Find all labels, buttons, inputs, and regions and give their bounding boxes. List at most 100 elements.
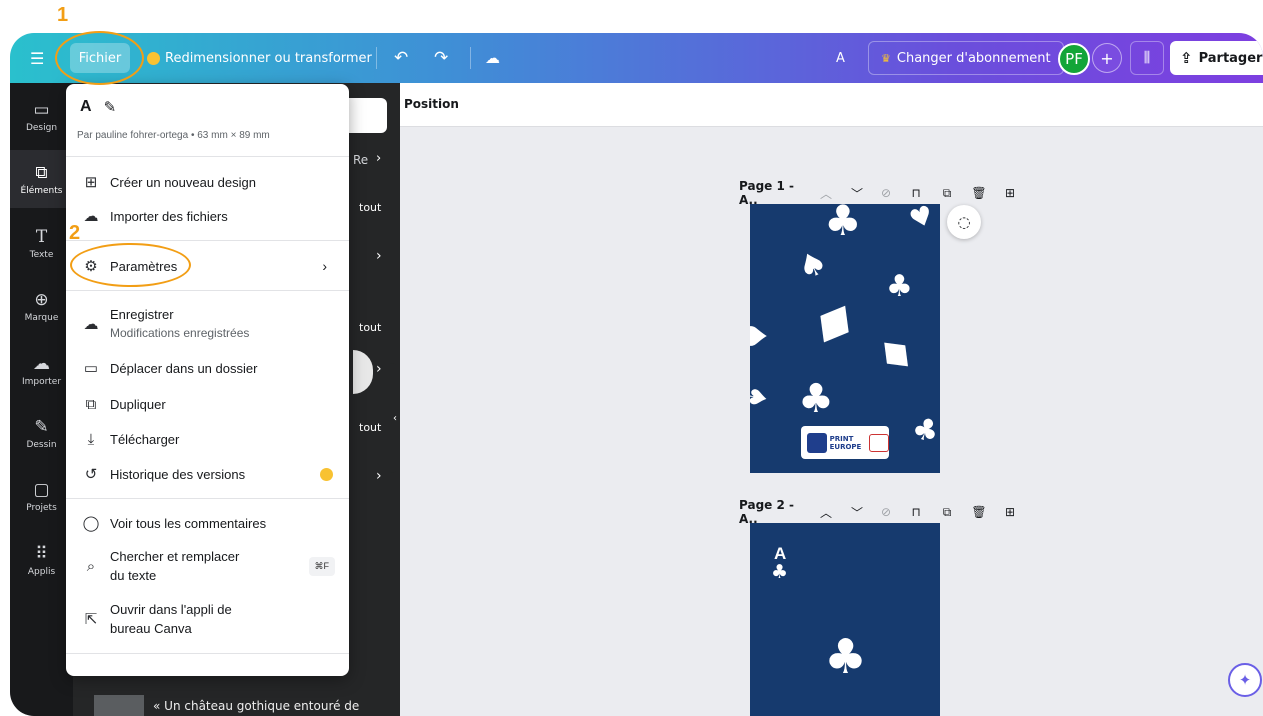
edit-pencil-icon[interactable]: ✎ <box>104 98 117 116</box>
diamond-shape: ♦ <box>862 321 931 389</box>
position-button[interactable]: Position <box>404 97 459 111</box>
chevron-right-icon: › <box>322 258 327 274</box>
chevron-right-icon[interactable]: › <box>376 248 382 264</box>
chevron-right-icon[interactable]: › <box>376 151 381 166</box>
divider <box>66 653 349 654</box>
menu-item-version-history[interactable]: ↺ Historique des versions <box>66 463 349 485</box>
share-button[interactable]: ⇪ Partager <box>1170 41 1263 75</box>
lock-icon[interactable]: ⊓ <box>901 505 931 519</box>
print-logo-icon <box>807 432 827 453</box>
add-collaborator-button[interactable]: + <box>1092 43 1122 73</box>
menu-item-new-design[interactable]: ⊞ Créer un nouveau design <box>66 171 349 193</box>
page-1-title[interactable]: Page 1 - A.. <box>739 179 809 207</box>
hamburger-menu-button[interactable]: ☰ <box>30 33 44 83</box>
image-thumbnail[interactable] <box>94 695 144 716</box>
step-1-marker: 1 <box>57 4 69 26</box>
menu-title-row: A ✎ <box>80 98 116 116</box>
panel-search-input[interactable] <box>347 98 387 133</box>
page-2-card[interactable]: A ♣ ♣ ♣ <box>750 523 940 716</box>
divider <box>376 47 377 69</box>
menu-item-save[interactable]: ☁ Enregistrer Modifications enregistrées <box>66 304 349 344</box>
resize-button[interactable]: Redimensionner ou transformer <box>147 33 372 83</box>
club-shape: ♣ <box>886 269 913 304</box>
design-meta: Par pauline fohrer-ortega • 63 mm × 89 m… <box>77 130 270 141</box>
magic-assistant-button[interactable]: ✦ <box>1228 663 1262 697</box>
menu-item-find-replace[interactable]: ⌕ Chercher et remplacer du texte ⌘F <box>66 546 349 586</box>
apps-grid-icon: ⠿ <box>35 543 48 564</box>
step-2-marker: 2 <box>69 222 81 244</box>
sidebar-item-elements[interactable]: ⧉ Éléments <box>10 150 73 208</box>
add-comment-button[interactable]: ◌ <box>947 205 981 239</box>
spade-shape: ♠ <box>750 382 773 412</box>
menu-item-import-files[interactable]: ☁ Importer des fichiers <box>66 205 349 227</box>
crown-icon <box>147 51 160 65</box>
print-europe-logo: PRINT EUROPE <box>801 426 889 459</box>
sidebar-item-projects[interactable]: ▢ Projets <box>10 467 73 525</box>
undo-icon[interactable]: ↶ <box>394 33 408 83</box>
text-icon: T <box>35 226 48 247</box>
redo-icon[interactable]: ↷ <box>434 33 448 83</box>
club-shape: ♣ <box>771 561 789 583</box>
sidebar-item-draw[interactable]: ✎ Dessin <box>10 404 73 462</box>
add-page-icon[interactable]: ⊞ <box>995 186 1025 200</box>
sidebar-item-uploads[interactable]: ☁ Importer <box>10 341 73 399</box>
menu-item-move-to-folder[interactable]: ▭ Déplacer dans un dossier <box>66 357 349 379</box>
club-shape: ♣ <box>906 409 940 452</box>
shape-thumbnail[interactable] <box>353 350 373 394</box>
add-page-icon[interactable]: ⊞ <box>995 505 1025 519</box>
heart-shape: ♥ <box>905 204 938 237</box>
page-2-title[interactable]: Page 2 - A.. <box>739 498 809 526</box>
panel-fragment: Re <box>353 153 369 167</box>
design-name[interactable]: A <box>80 98 92 116</box>
brand-icon: ⊕ <box>34 289 49 310</box>
see-all-link[interactable]: tout <box>359 201 381 214</box>
sidebar-item-text[interactable]: T Texte <box>10 214 73 272</box>
chevron-up-icon[interactable]: ︿ <box>809 185 843 202</box>
seal-icon <box>869 433 889 452</box>
menu-item-duplicate[interactable]: ⧉ Dupliquer <box>66 393 349 415</box>
chevron-up-icon[interactable]: ︿ <box>809 504 843 521</box>
hide-eye-icon[interactable]: ⊘ <box>871 186 901 200</box>
sparkle-icon: ✦ <box>1238 671 1252 689</box>
sidebar-item-brand[interactable]: ⊕ Marque <box>10 277 73 335</box>
history-icon: ↺ <box>84 466 98 483</box>
page-2-header: Page 2 - A.. ︿ ﹀ ⊘ ⊓ ⧉ 🗑 ⊞ <box>739 498 1025 526</box>
chevron-right-icon[interactable]: › <box>376 361 382 377</box>
crown-icon <box>320 467 333 481</box>
sidebar-item-design[interactable]: ▭ Design <box>10 87 73 145</box>
delete-page-icon[interactable]: 🗑 <box>963 505 995 519</box>
cloud-saved-icon[interactable]: ☁ <box>485 33 500 83</box>
spade-shape: ♠ <box>750 321 773 351</box>
search-icon: ⌕ <box>86 557 96 575</box>
add-page-icon: ⊞ <box>84 174 98 191</box>
see-all-link[interactable]: tout <box>359 421 381 434</box>
sidebar-item-apps[interactable]: ⠿ Applis <box>10 531 73 589</box>
insights-button[interactable]: ⫼ <box>1130 41 1164 75</box>
comment-icon: ◯ <box>82 515 100 532</box>
folder-icon: ▭ <box>83 360 99 377</box>
divider <box>66 240 349 241</box>
duplicate-page-icon[interactable]: ⧉ <box>931 505 963 520</box>
divider <box>66 156 349 157</box>
duplicate-page-icon[interactable]: ⧉ <box>931 186 963 201</box>
menu-item-view-comments[interactable]: ◯ Voir tous les commentaires <box>66 512 349 534</box>
chevron-right-icon[interactable]: › <box>376 468 382 484</box>
delete-page-icon[interactable]: 🗑 <box>963 186 995 200</box>
avatar[interactable]: PF <box>1058 43 1090 75</box>
comment-plus-icon: ◌ <box>957 213 971 231</box>
context-toolbar: Position <box>400 83 1263 127</box>
see-all-link[interactable]: tout <box>359 321 381 334</box>
design-title[interactable]: A <box>836 33 845 83</box>
menu-item-download[interactable]: ⤓ Télécharger <box>66 428 349 450</box>
chevron-down-icon[interactable]: ﹀ <box>843 185 871 202</box>
chevron-down-icon[interactable]: ﹀ <box>843 504 871 521</box>
hide-eye-icon[interactable]: ⊘ <box>871 505 901 519</box>
copy-icon: ⧉ <box>85 395 97 413</box>
upgrade-button[interactable]: ♛ Changer d'abonnement <box>868 41 1064 75</box>
lock-icon[interactable]: ⊓ <box>901 186 931 200</box>
menu-item-open-desktop-app[interactable]: ⇱ Ouvrir dans l'appli de bureau Canva <box>66 599 349 639</box>
layout-icon: ▭ <box>33 99 50 120</box>
left-sidebar: ▭ Design ⧉ Éléments T Texte ⊕ Marque ☁ I… <box>10 83 73 716</box>
top-bar: ☰ Fichier Redimensionner ou transformer … <box>10 33 1263 83</box>
page-1-card[interactable]: ♣ ♥ ♠ ♣ ♦ ♦ ♠ ♣ ♠ ♣ PRINT EUROPE <box>750 204 940 473</box>
